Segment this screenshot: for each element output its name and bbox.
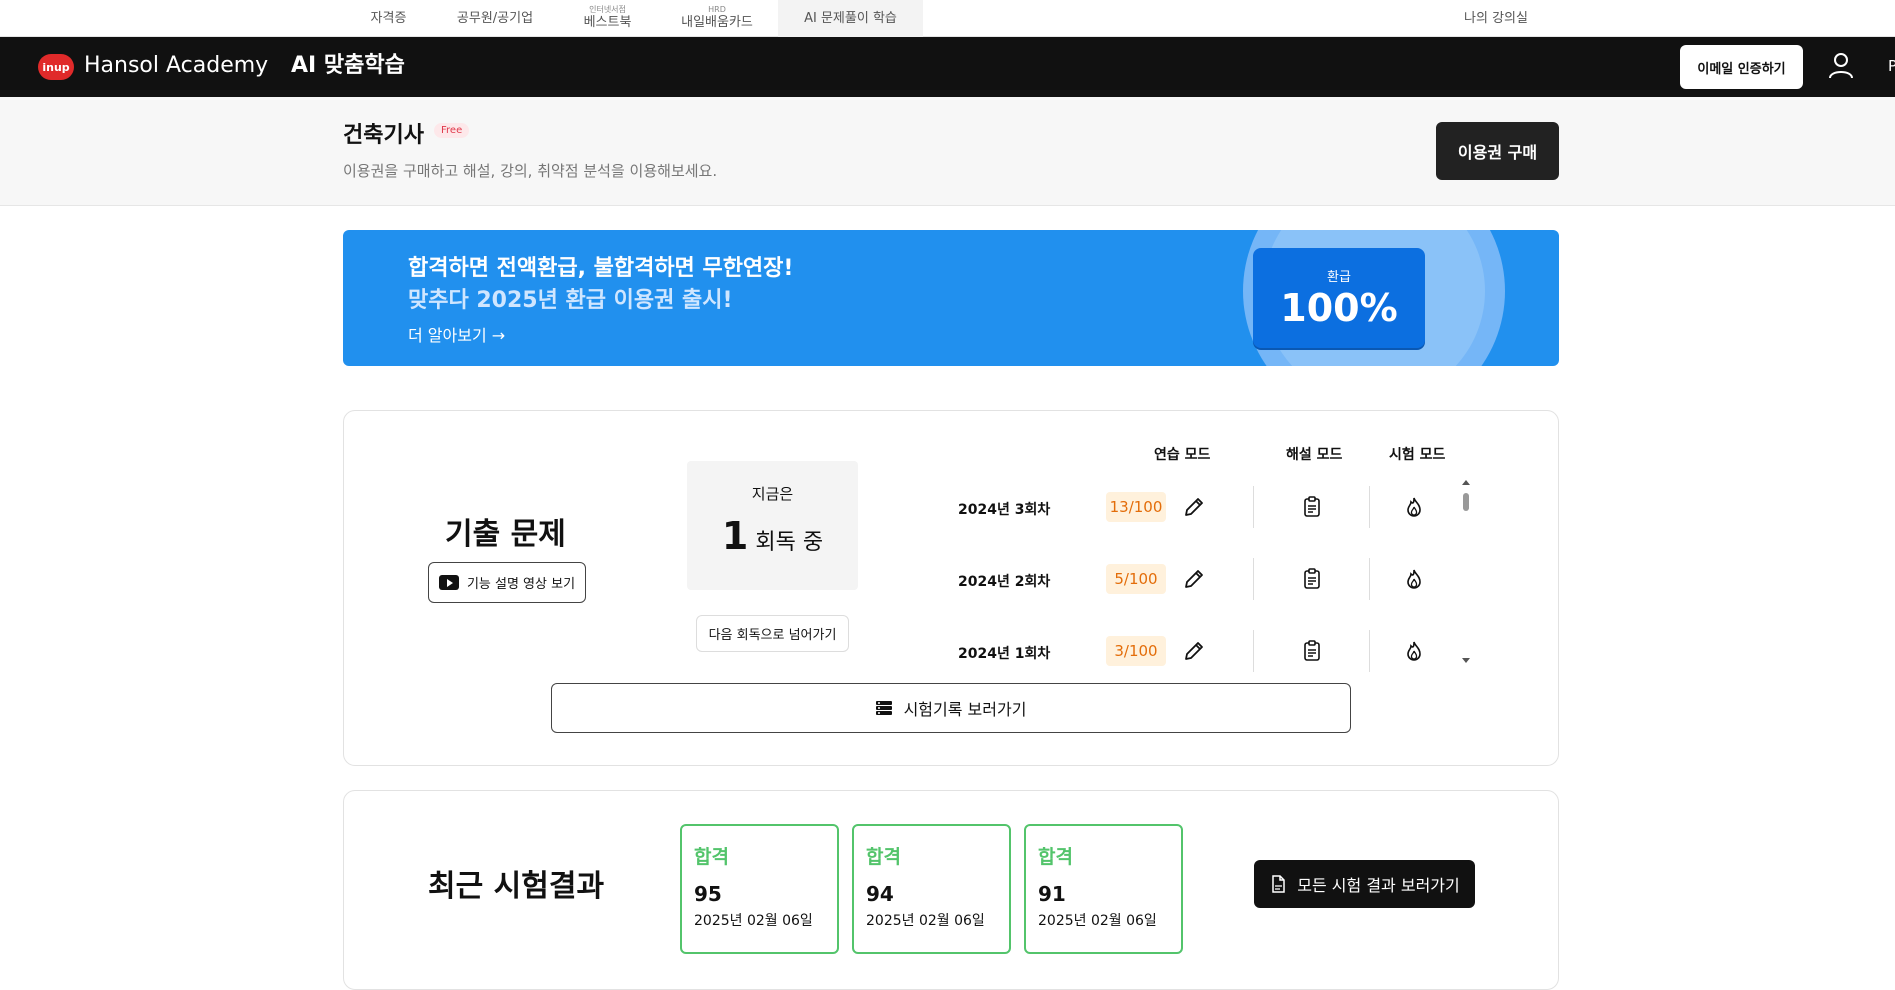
divider: [1253, 558, 1254, 600]
status-now-label: 지금은: [751, 485, 794, 503]
fire-icon[interactable]: [1402, 495, 1426, 519]
exam-row-label: 2024년 3회차: [958, 502, 1051, 518]
inup-logo[interactable]: inup: [38, 54, 74, 80]
clipboard-icon[interactable]: [1300, 567, 1324, 591]
top-navigation: 자격증 공무원/공기업 인터넷서점 베스트북 HRD 내일배움카드 AI 문제풀…: [0, 0, 1895, 37]
divider: [1369, 630, 1370, 672]
section-title: 기출 문제: [445, 517, 566, 552]
fire-icon[interactable]: [1402, 639, 1426, 663]
explanation-mode-header: 해설 모드: [1286, 447, 1343, 463]
divider: [1253, 486, 1254, 528]
divider: [1369, 558, 1370, 600]
ticket-value: 100%: [1280, 286, 1398, 330]
refund-ticket: 환급 100%: [1253, 248, 1425, 348]
nav-item-bestbook[interactable]: 인터넷서점 베스트북: [575, 0, 640, 37]
email-verify-button[interactable]: 이메일 인증하기: [1680, 45, 1803, 89]
nav-item-tomorrow-card[interactable]: HRD 내일배움카드: [672, 0, 762, 37]
nav-label: 내일배움카드: [681, 15, 753, 30]
exam-history-label: 시험기록 보러가기: [903, 700, 1027, 719]
round-suffix: 회독 중: [755, 530, 824, 555]
practice-score: 5/100: [1106, 564, 1166, 594]
video-guide-label: 기능 설명 영상 보기: [466, 577, 576, 592]
nav-label: 나의 강의실: [1464, 10, 1528, 26]
brand-name[interactable]: Hansol Academy: [84, 51, 268, 81]
pencil-icon[interactable]: [1182, 639, 1206, 663]
result-date: 2025년 02월 06일: [694, 913, 813, 929]
fire-icon[interactable]: [1402, 567, 1426, 591]
banner-subheadline: 맞추다 2025년 환급 이용권 출시!: [408, 288, 733, 313]
nav-item-public-service[interactable]: 공무원/공기업: [450, 0, 540, 37]
exam-list-scrollbar[interactable]: [1461, 479, 1471, 664]
exam-row-label: 2024년 2회차: [958, 574, 1051, 590]
main-header: inup Hansol Academy AI 맞춤학습 이메일 인증하기 P: [0, 37, 1895, 97]
practice-mode-header: 연습 모드: [1154, 447, 1211, 463]
page-title: 건축기사: [343, 123, 424, 148]
result-card[interactable]: 합격 95 2025년 02월 06일: [680, 824, 839, 954]
banner-more-link[interactable]: 더 알아보기 →: [408, 322, 505, 346]
nav-item-ai-study[interactable]: AI 문제풀이 학습: [778, 0, 923, 37]
practice-score: 3/100: [1106, 636, 1166, 666]
result-date: 2025년 02월 06일: [866, 913, 985, 929]
past-exams-card: 기출 문제 기능 설명 영상 보기 지금은 1 회독 중 다음 회독으로 넘어가…: [343, 410, 1559, 766]
next-round-button[interactable]: 다음 회독으로 넘어가기: [696, 615, 849, 652]
header-cut-text: P: [1888, 57, 1895, 75]
refund-banner[interactable]: 합격하면 전액환급, 불합격하면 무한연장! 맞추다 2025년 환급 이용권 …: [343, 230, 1559, 366]
list-stack-icon: [875, 701, 892, 715]
section-title: 최근 시험결과: [428, 869, 605, 904]
round-number: 1: [721, 514, 749, 558]
clipboard-icon[interactable]: [1300, 495, 1324, 519]
all-results-button[interactable]: 모든 시험 결과 보러가기: [1254, 860, 1475, 908]
user-icon[interactable]: [1828, 51, 1854, 81]
divider: [1253, 630, 1254, 672]
round-status-box: 지금은 1 회독 중: [687, 461, 858, 590]
video-guide-button[interactable]: 기능 설명 영상 보기: [428, 562, 586, 603]
ticket-label: 환급: [1327, 270, 1351, 285]
result-card[interactable]: 합격 94 2025년 02월 06일: [852, 824, 1011, 954]
divider: [1369, 486, 1370, 528]
result-score: 91: [1038, 882, 1066, 906]
nav-sup-label: 인터넷서점: [589, 5, 626, 14]
nav-label: 공무원/공기업: [456, 10, 534, 26]
result-score: 95: [694, 882, 722, 906]
pencil-icon[interactable]: [1182, 495, 1206, 519]
result-status: 합격: [866, 846, 901, 868]
nav-sup-label: HRD: [708, 5, 726, 14]
page-subtitle: 이용권을 구매하고 해설, 강의, 취약점 분석을 이용해보세요.: [343, 162, 718, 180]
result-card[interactable]: 합격 91 2025년 02월 06일: [1024, 824, 1183, 954]
exam-row-label: 2024년 1회차: [958, 646, 1051, 662]
service-name: AI 맞춤학습: [291, 53, 405, 78]
nav-label: 베스트북: [583, 15, 632, 30]
nav-item-certificate[interactable]: 자격증: [360, 0, 417, 37]
document-icon: [1272, 875, 1286, 893]
round-status: 1 회독 중: [687, 514, 858, 558]
title-section: 건축기사 Free 이용권을 구매하고 해설, 강의, 취약점 분석을 이용해보…: [0, 97, 1895, 206]
pencil-icon[interactable]: [1182, 567, 1206, 591]
practice-score: 13/100: [1106, 492, 1166, 522]
banner-headline: 합격하면 전액환급, 불합격하면 무한연장!: [408, 256, 794, 281]
nav-item-my-classroom[interactable]: 나의 강의실: [1456, 0, 1536, 37]
all-results-label: 모든 시험 결과 보러가기: [1297, 876, 1460, 895]
exam-history-button[interactable]: 시험기록 보러가기: [551, 683, 1351, 733]
nav-label: AI 문제풀이 학습: [804, 10, 897, 26]
nav-label: 자격증: [370, 10, 407, 26]
recent-results-card: 최근 시험결과 합격 95 2025년 02월 06일 합격 94 2025년 …: [343, 790, 1559, 990]
clipboard-icon[interactable]: [1300, 639, 1324, 663]
result-status: 합격: [1038, 846, 1073, 868]
result-date: 2025년 02월 06일: [1038, 913, 1157, 929]
result-status: 합격: [694, 846, 729, 868]
free-badge: Free: [434, 123, 470, 138]
buy-pass-button[interactable]: 이용권 구매: [1436, 122, 1559, 180]
youtube-icon: [438, 575, 459, 590]
exam-mode-header: 시험 모드: [1389, 447, 1446, 463]
result-score: 94: [866, 882, 894, 906]
